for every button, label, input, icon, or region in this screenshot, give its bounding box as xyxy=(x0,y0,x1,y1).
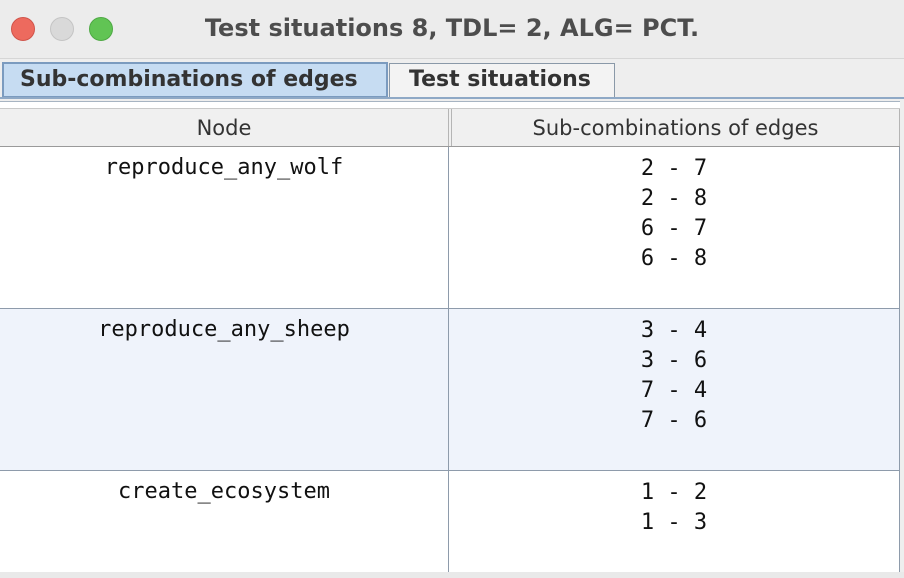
tab-bar: Sub-combinations of edges Test situation… xyxy=(0,59,904,100)
edge-combination: 2 - 7 xyxy=(640,156,708,181)
edge-combination: 7 - 4 xyxy=(640,378,708,403)
table-bottom-strip xyxy=(0,572,904,578)
table-row[interactable]: reproduce_any_sheep 3 - 4 3 - 6 7 - 4 7 … xyxy=(0,309,900,471)
table-row[interactable]: create_ecosystem 1 - 2 1 - 3 xyxy=(0,471,900,575)
node-cell: create_ecosystem xyxy=(0,471,449,574)
column-header-edges[interactable]: Sub-combinations of edges xyxy=(451,109,900,146)
edge-combination: 1 - 2 xyxy=(640,480,708,505)
edges-cell: 1 - 2 1 - 3 xyxy=(449,471,900,574)
window-title: Test situations 8, TDL= 2, ALG= PCT. xyxy=(204,14,700,42)
edge-combination: 7 - 6 xyxy=(640,408,708,433)
app-window: Test situations 8, TDL= 2, ALG= PCT. Sub… xyxy=(0,0,904,578)
edge-combination: 6 - 8 xyxy=(640,246,708,271)
column-header-node[interactable]: Node xyxy=(0,109,449,146)
tab-divider xyxy=(0,97,904,99)
table-header: Node Sub-combinations of edges xyxy=(0,108,900,147)
edge-combination: 3 - 6 xyxy=(640,348,708,373)
edge-combination: 3 - 4 xyxy=(640,318,708,343)
edge-combination: 6 - 7 xyxy=(640,216,708,241)
edge-combination: 2 - 8 xyxy=(640,186,708,211)
tab-test-situations[interactable]: Test situations xyxy=(389,63,615,97)
edge-combination: 1 - 3 xyxy=(640,510,708,535)
node-cell: reproduce_any_wolf xyxy=(0,147,449,308)
window-right-edge xyxy=(900,101,904,578)
sub-combinations-table: Node Sub-combinations of edges reproduce… xyxy=(0,101,904,578)
node-cell: reproduce_any_sheep xyxy=(0,309,449,470)
edges-cell: 2 - 7 2 - 8 6 - 7 6 - 8 xyxy=(449,147,900,308)
table-row[interactable]: reproduce_any_wolf 2 - 7 2 - 8 6 - 7 6 -… xyxy=(0,147,900,309)
edges-cell: 3 - 4 3 - 6 7 - 4 7 - 6 xyxy=(449,309,900,470)
title-bar[interactable]: Test situations 8, TDL= 2, ALG= PCT. xyxy=(0,0,904,59)
tab-sub-combinations[interactable]: Sub-combinations of edges xyxy=(2,62,388,98)
